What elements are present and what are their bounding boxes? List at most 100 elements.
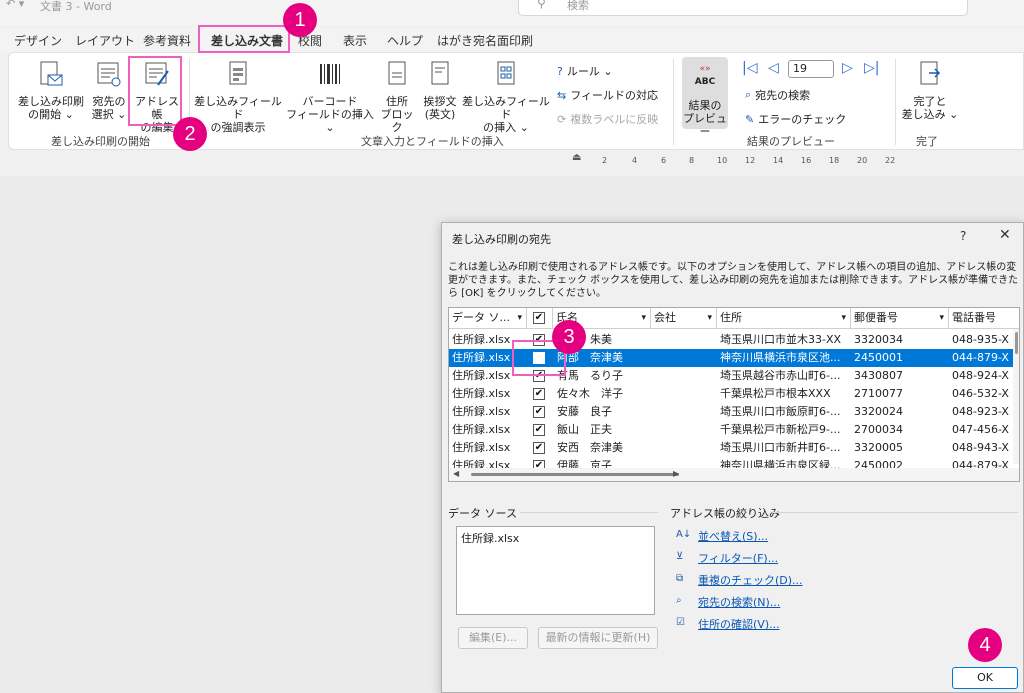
scroll-right-icon[interactable]: ▶ [673, 469, 679, 478]
record-number-input[interactable]: 19 [788, 60, 834, 78]
scrollbar-thumb[interactable] [471, 473, 679, 476]
ok-button[interactable]: OK [952, 667, 1018, 689]
address-block-button[interactable]: 住所 ブロック [377, 61, 417, 134]
column-header-phone-label: 電話番号 [952, 311, 996, 324]
find-recipient-link[interactable]: 宛先の検索(N)... [698, 594, 780, 610]
horizontal-ruler[interactable]: ⏏ 2 4 6 8 10 12 14 16 18 20 22 [572, 152, 902, 170]
close-icon[interactable]: ✕ [999, 227, 1011, 243]
annotation-marker-4: 4 [968, 628, 1002, 662]
finish-merge-button[interactable]: 完了と 差し込み ⌄ [897, 61, 963, 121]
match-fields-button[interactable]: ⇆ フィールドの対応 [557, 87, 658, 103]
group-separator [673, 59, 674, 145]
find-recipient-button[interactable]: ⌕ 宛先の検索 [745, 87, 810, 103]
edit-button[interactable]: 編集(E)... [458, 627, 528, 649]
cell-company [654, 331, 714, 349]
tab-design[interactable]: デザイン [14, 32, 62, 49]
preview-results-button[interactable]: «» ABC 結果の プレビュー [682, 57, 728, 138]
start-mail-merge-button[interactable]: 差し込み印刷 の開始 ⌄ [15, 61, 87, 121]
highlight-merge-fields-label-2: の強調表示 [210, 121, 266, 134]
select-recipients-button[interactable]: 宛先の 選択 ⌄ [87, 61, 131, 121]
tab-help[interactable]: ヘルプ [387, 32, 423, 49]
filter-link[interactable]: フィルター(F)... [698, 550, 778, 566]
previous-record-icon[interactable]: ◁ [768, 60, 779, 76]
cell-phone: 048-943-X [952, 441, 1009, 454]
last-record-icon[interactable]: ▷| [864, 60, 879, 76]
column-header-zip[interactable]: 郵便番号 ▾ [851, 308, 949, 329]
cell-company [654, 421, 714, 439]
tab-view[interactable]: 表示 [343, 32, 367, 49]
window-title: 文書 3 - Word [40, 0, 112, 13]
column-header-check[interactable]: ✔ [527, 308, 553, 329]
sort-link[interactable]: 並べ替え(S)... [698, 528, 768, 544]
annotation-marker-2: 2 [173, 117, 207, 151]
find-recipient-label: 宛先の検索 [755, 89, 811, 102]
find-duplicates-link[interactable]: 重複のチェック(D)... [698, 572, 803, 588]
cell-phone: 044-879-X [952, 351, 1009, 364]
cell-zip: 3320005 [854, 441, 903, 454]
select-recipients-label-2: 選択 ⌄ [91, 108, 127, 121]
row-checkbox[interactable]: ✔ [533, 406, 545, 418]
table-row[interactable]: 住所録.xlsx 安藤 良子 埼玉県川口市飯原町6-... 3320024 048-92… [449, 403, 1015, 421]
column-header-source[interactable]: データ ソ... ▾ [449, 308, 527, 329]
first-record-icon[interactable]: |◁ [742, 60, 757, 76]
finish-merge-label-1: 完了と [913, 95, 947, 108]
table-row[interactable]: 住所録.xlsx 飯山 正夫 千葉県松戸市新松戸9-... 2700034 047-45… [449, 421, 1015, 439]
select-all-checkbox[interactable]: ✔ [533, 312, 545, 324]
help-icon[interactable]: ? [960, 229, 966, 243]
tab-layout[interactable]: レイアウト [75, 32, 135, 49]
data-source-item[interactable]: 住所録.xlsx [461, 530, 650, 546]
ruler-tick: 16 [801, 156, 812, 165]
scroll-left-icon[interactable]: ◀ [453, 469, 459, 478]
document-mail-icon [40, 61, 63, 86]
search-placeholder: 検索 [567, 0, 589, 12]
row-checkbox[interactable]: ✔ [533, 388, 545, 400]
greeting-line-button[interactable]: 挨拶文 (英文) [419, 61, 461, 121]
validate-addresses-link[interactable]: 住所の確認(V)... [698, 616, 780, 632]
insert-merge-field-label-1: 差し込みフィールド [462, 95, 550, 121]
cell-source: 住所録.xlsx [452, 387, 511, 400]
ruler-tick: 18 [829, 156, 840, 165]
insert-barcode-label-1: バーコード [302, 95, 358, 108]
insert-barcode-label-2: フィールドの挿入 ⌄ [286, 108, 374, 134]
next-record-icon[interactable]: ▷ [842, 60, 853, 76]
ruler-indent-marker[interactable]: ⏏ [572, 152, 581, 163]
data-source-list[interactable]: 住所録.xlsx [456, 526, 655, 615]
horizontal-scrollbar[interactable]: ◀ ▶ [449, 468, 1019, 481]
highlight-merge-fields-button[interactable]: 差し込みフィールド の強調表示 [193, 61, 283, 134]
recipient-list-grid[interactable]: データ ソ... ▾ ✔ 氏名 ▾ 会社 ▾ 住所 ▾ 郵便番号 ▾ 電話番号 住所録.x… [448, 307, 1020, 482]
cell-zip: 2700034 [854, 423, 903, 436]
ruler-tick: 20 [857, 156, 868, 165]
mail-merge-recipients-dialog: 差し込み印刷の宛先 ? ✕ これは差し込み印刷で使用されるアドレス帳です。以下の… [441, 222, 1024, 693]
barcode-icon [320, 64, 340, 84]
annotation-marker-1: 1 [283, 3, 317, 37]
check-errors-button[interactable]: ✎ エラーのチェック [745, 111, 846, 127]
finish-merge-icon [920, 61, 941, 85]
table-row[interactable]: 住所録.xlsx 佐々木 洋子 千葉県松戸市根本XXX 2710077 046-532-… [449, 385, 1015, 403]
cell-zip: 3320024 [854, 405, 903, 418]
quick-access-toolbar[interactable]: ↶ ▾ [6, 0, 24, 10]
column-header-company[interactable]: 会社 ▾ [651, 308, 717, 329]
update-labels-icon: ⟳ [557, 112, 567, 126]
column-header-address[interactable]: 住所 ▾ [717, 308, 851, 329]
tab-references[interactable]: 参考資料 [143, 32, 191, 49]
row-checkbox[interactable]: ✔ [533, 442, 545, 454]
insert-barcode-button[interactable]: バーコード フィールドの挿入 ⌄ [285, 61, 375, 134]
insert-merge-field-button[interactable]: 差し込みフィールド の挿入 ⌄ [461, 61, 551, 134]
cell-address: 埼玉県川口市並木33-XX [720, 333, 842, 346]
row-checkbox[interactable]: ✔ [533, 424, 545, 436]
divider [520, 512, 658, 513]
cell-company [654, 367, 714, 385]
tab-postcard[interactable]: はがき宛名面印刷 [437, 32, 533, 49]
update-labels-button[interactable]: ⟳ 複数ラベルに反映 [557, 111, 658, 127]
cell-company [654, 349, 714, 367]
vertical-scrollbar[interactable] [1013, 329, 1019, 464]
preview-arrows-icon: «» [699, 64, 711, 74]
cell-phone: 048-935-X [952, 333, 1009, 346]
search-input[interactable]: ⚲ 検索 [518, 0, 968, 16]
scrollbar-thumb[interactable] [1015, 332, 1018, 354]
preview-results-label-1: 結果の [688, 99, 722, 112]
rules-button[interactable]: ? ルール ⌄ [557, 63, 613, 79]
table-row[interactable]: 住所録.xlsx 安西 奈津美 埼玉県川口市新井町6-... 3320005 048-9… [449, 439, 1015, 457]
refresh-button[interactable]: 最新の情報に更新(H) [538, 627, 658, 649]
column-header-phone[interactable]: 電話番号 [949, 308, 1013, 329]
